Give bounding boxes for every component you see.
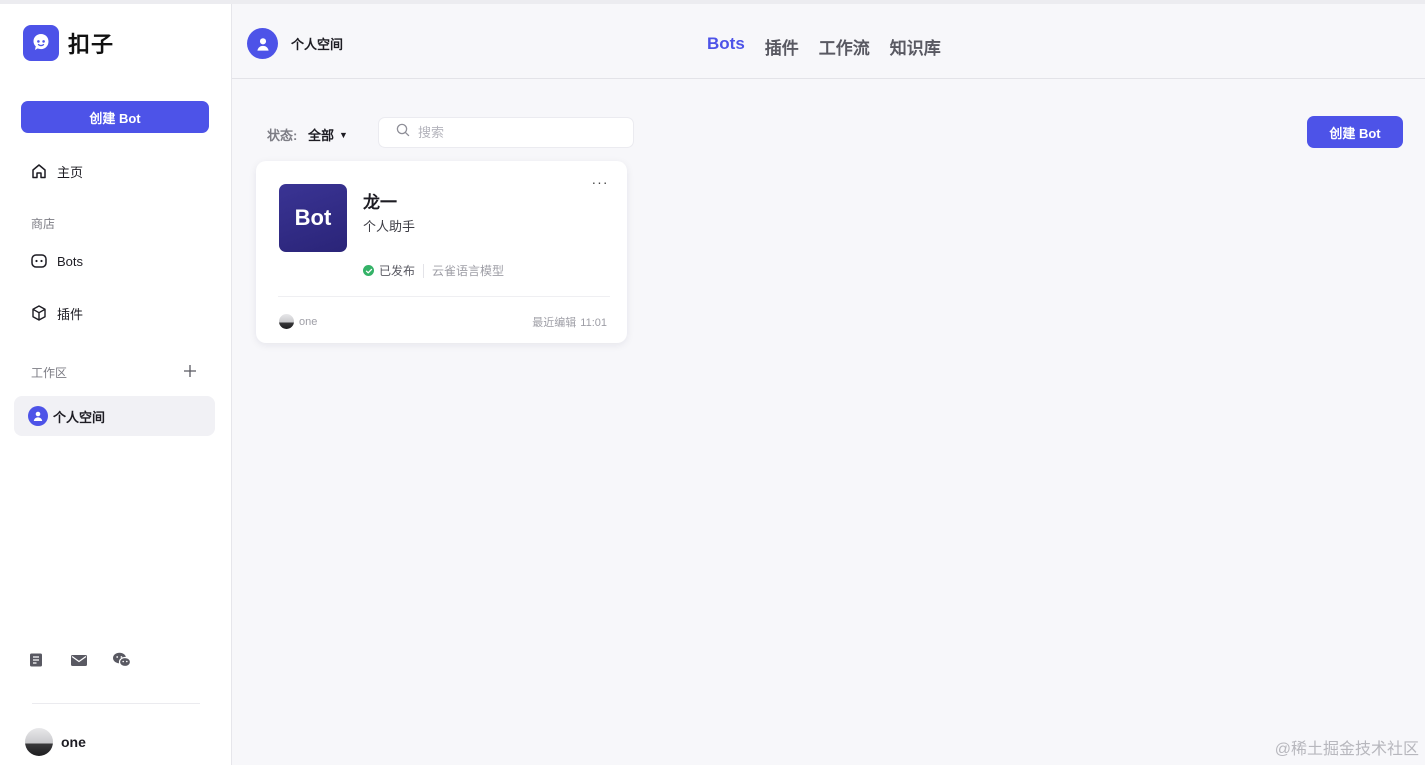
app-logo[interactable]: 扣子 [23,25,114,61]
user-name: one [61,734,86,750]
last-edited-time: 11:01 [580,317,607,329]
search-box[interactable] [378,117,634,148]
search-input[interactable] [418,125,618,140]
user-profile[interactable]: one [25,728,86,756]
sidebar-item-personal-space[interactable]: 个人空间 [14,396,215,436]
cube-icon [29,303,49,323]
sidebar-create-bot-button[interactable]: 创建 Bot [21,101,209,133]
document-icon[interactable] [26,650,46,670]
caret-down-icon: ▼ [339,129,348,140]
home-icon [29,161,49,181]
status-badge: 已发布 [379,264,416,278]
sidebar-item-home[interactable]: 主页 [14,151,215,191]
check-circle-icon [363,265,374,276]
model-name: 云雀语言模型 [432,264,505,278]
bot-card[interactable]: Bot 龙一 个人助手 ··· 已发布 云雀语言模型 one 最近编辑 11:01 [256,161,627,343]
bot-owner: one [279,314,317,329]
user-icon [28,406,48,426]
owner-name: one [299,315,318,328]
last-edited: 最近编辑 11:01 [532,314,607,330]
tab-bar: Bots 插件 工作流 知识库 [707,34,961,59]
card-divider [278,296,610,297]
sidebar-footer-icons [26,650,155,670]
tab-workflows[interactable]: 工作流 [819,34,870,59]
sidebar-item-label: Bots [57,253,84,269]
user-icon [247,28,278,59]
status-filter-dropdown[interactable]: 全部 ▼ [308,125,348,144]
mail-icon[interactable] [69,650,89,670]
space-name: 个人空间 [291,37,344,52]
section-label-store: 商店 [31,217,56,231]
status-filter-label: 状态: [267,128,298,143]
tab-knowledge[interactable]: 知识库 [890,34,941,59]
sidebar-item-label: 主页 [57,164,84,180]
space-switcher[interactable]: 个人空间 [247,28,343,59]
last-edited-label: 最近编辑 [532,317,577,329]
bot-meta: 已发布 云雀语言模型 [363,262,504,279]
main-content: 个人空间 Bots 插件 工作流 知识库 状态: 全部 ▼ 创建 Bot Bot… [232,4,1425,765]
bot-name: 龙一 [363,193,397,212]
more-options-icon[interactable]: ··· [590,175,610,193]
status-filter-value: 全部 [308,128,335,143]
sidebar-item-plugins[interactable]: 插件 [14,293,215,333]
bot-description: 个人助手 [363,219,416,234]
avatar [25,728,53,756]
app-window: 扣子 创建 Bot 主页 商店 Bots 插件 工作区 个人空间 one 个人空… [0,0,1425,765]
add-workspace-icon[interactable] [180,361,200,381]
watermark: @稀土掘金技术社区 [1274,741,1419,758]
app-name: 扣子 [68,32,115,57]
wechat-icon[interactable] [112,650,132,670]
bot-avatar: Bot [279,184,347,252]
meta-divider [423,263,425,278]
sidebar-item-label: 个人空间 [53,409,106,425]
search-icon [396,123,410,142]
avatar [279,314,294,329]
top-bar: 个人空间 Bots 插件 工作流 知识库 [232,4,1425,79]
sidebar-divider [32,703,200,704]
create-bot-button[interactable]: 创建 Bot [1307,116,1403,148]
sidebar: 扣子 创建 Bot 主页 商店 Bots 插件 工作区 个人空间 one [0,4,232,765]
bot-face-icon [29,251,49,271]
tab-plugins[interactable]: 插件 [765,34,799,59]
logo-icon [23,25,59,61]
sidebar-item-label: 插件 [57,306,84,322]
sidebar-item-bots[interactable]: Bots [14,241,215,281]
section-label-workspace: 工作区 [31,366,68,380]
tab-bots[interactable]: Bots [707,34,745,59]
